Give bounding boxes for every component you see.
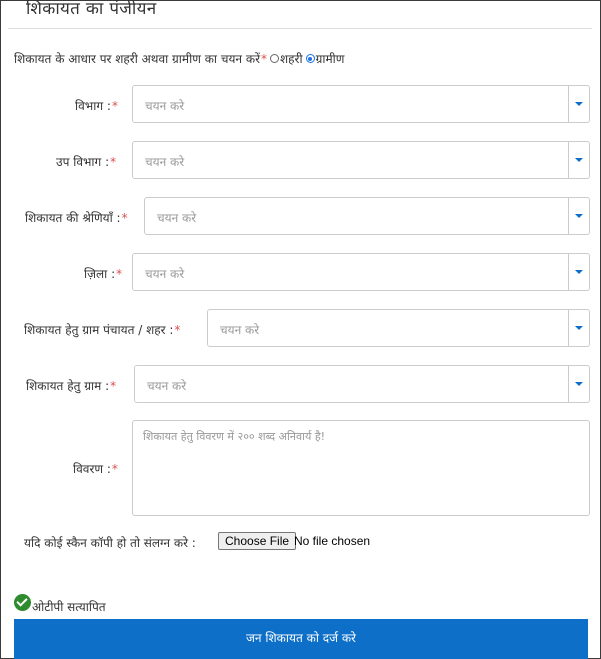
file-status: No file chosen xyxy=(294,534,371,548)
required-mark: * xyxy=(116,267,123,281)
description-textarea[interactable]: शिकायत हेतु विवरण में २०० शब्द अनिवार्य … xyxy=(132,420,590,516)
submit-complaint-button[interactable]: जन शिकायत को दर्ज करे xyxy=(14,619,588,659)
description-label: विवरण :* xyxy=(73,460,118,477)
department-label: विभाग :* xyxy=(75,97,118,114)
caret-down-icon xyxy=(575,326,583,330)
sub-department-label: उप विभाग :* xyxy=(56,153,116,170)
otp-status-text: ओटीपी सत्यापित xyxy=(32,600,106,614)
sub-department-select[interactable]: चयन करे xyxy=(132,141,590,179)
caret-down-icon xyxy=(575,102,583,106)
area-selector-row: शिकायत के आधार पर शहरी अथवा ग्रामीण का च… xyxy=(14,50,344,67)
category-select[interactable]: चयन करे xyxy=(144,197,590,235)
radio-urban-label[interactable]: शहरी xyxy=(280,50,303,67)
required-mark: * xyxy=(110,379,117,393)
required-mark: * xyxy=(121,211,128,225)
sub-department-placeholder: चयन करे xyxy=(145,155,185,169)
department-label-text: विभाग : xyxy=(75,99,111,113)
panchayat-label: शिकायत हेतु ग्राम पंचायत / शहर :* xyxy=(24,321,180,338)
district-label-text: ज़िला : xyxy=(84,267,116,281)
panchayat-select[interactable]: चयन करे xyxy=(207,309,590,347)
department-placeholder: चयन करे xyxy=(145,99,185,113)
title-divider xyxy=(8,28,592,29)
caret-down-icon xyxy=(575,214,583,218)
category-label-text: शिकायत की श्रेणियाँ : xyxy=(25,211,121,225)
description-placeholder: शिकायत हेतु विवरण में २०० शब्द अनिवार्य … xyxy=(143,430,326,443)
village-select[interactable]: चयन करे xyxy=(134,365,590,403)
radio-rural[interactable] xyxy=(305,54,315,63)
otp-status-row: ओटीपी सत्यापित xyxy=(14,590,106,615)
caret-down-icon xyxy=(575,382,583,386)
radio-rural-label[interactable]: ग्रामीण xyxy=(316,50,345,67)
panchayat-label-text: शिकायत हेतु ग्राम पंचायत / शहर : xyxy=(24,323,174,337)
district-select[interactable]: चयन करे xyxy=(132,253,590,291)
district-dropdown-toggle[interactable] xyxy=(568,254,589,290)
village-dropdown-toggle[interactable] xyxy=(568,366,589,402)
district-label: ज़िला :* xyxy=(84,265,122,282)
department-select[interactable]: चयन करे xyxy=(132,85,590,123)
category-dropdown-toggle[interactable] xyxy=(568,198,589,234)
required-mark: * xyxy=(261,51,268,66)
caret-down-icon xyxy=(575,270,583,274)
panchayat-placeholder: चयन करे xyxy=(220,323,260,337)
district-placeholder: चयन करे xyxy=(145,267,185,281)
radio-urban[interactable] xyxy=(270,54,280,63)
department-dropdown-toggle[interactable] xyxy=(568,86,589,122)
page-title: शिकायत का पंजीयन xyxy=(26,0,157,19)
required-mark: * xyxy=(111,462,118,476)
sub-department-label-text: उप विभाग : xyxy=(56,155,110,169)
sub-department-dropdown-toggle[interactable] xyxy=(568,142,589,178)
attachment-label: यदि कोई स्कैन कॉपी हो तो संलग्न करे : xyxy=(24,536,196,550)
category-label: शिकायत की श्रेणियाँ :* xyxy=(25,209,128,226)
caret-down-icon xyxy=(575,158,583,162)
panchayat-dropdown-toggle[interactable] xyxy=(568,310,589,346)
category-placeholder: चयन करे xyxy=(157,211,197,225)
village-label: शिकायत हेतु ग्राम :* xyxy=(26,377,116,394)
area-selector-label: शिकायत के आधार पर शहरी अथवा ग्रामीण का च… xyxy=(14,52,261,66)
village-placeholder: चयन करे xyxy=(147,379,187,393)
choose-file-button[interactable]: Choose File xyxy=(218,532,297,550)
required-mark: * xyxy=(111,99,118,113)
village-label-text: शिकायत हेतु ग्राम : xyxy=(26,379,110,393)
check-circle-icon xyxy=(14,594,31,611)
required-mark: * xyxy=(174,323,181,337)
required-mark: * xyxy=(110,155,117,169)
description-label-text: विवरण : xyxy=(73,462,111,476)
